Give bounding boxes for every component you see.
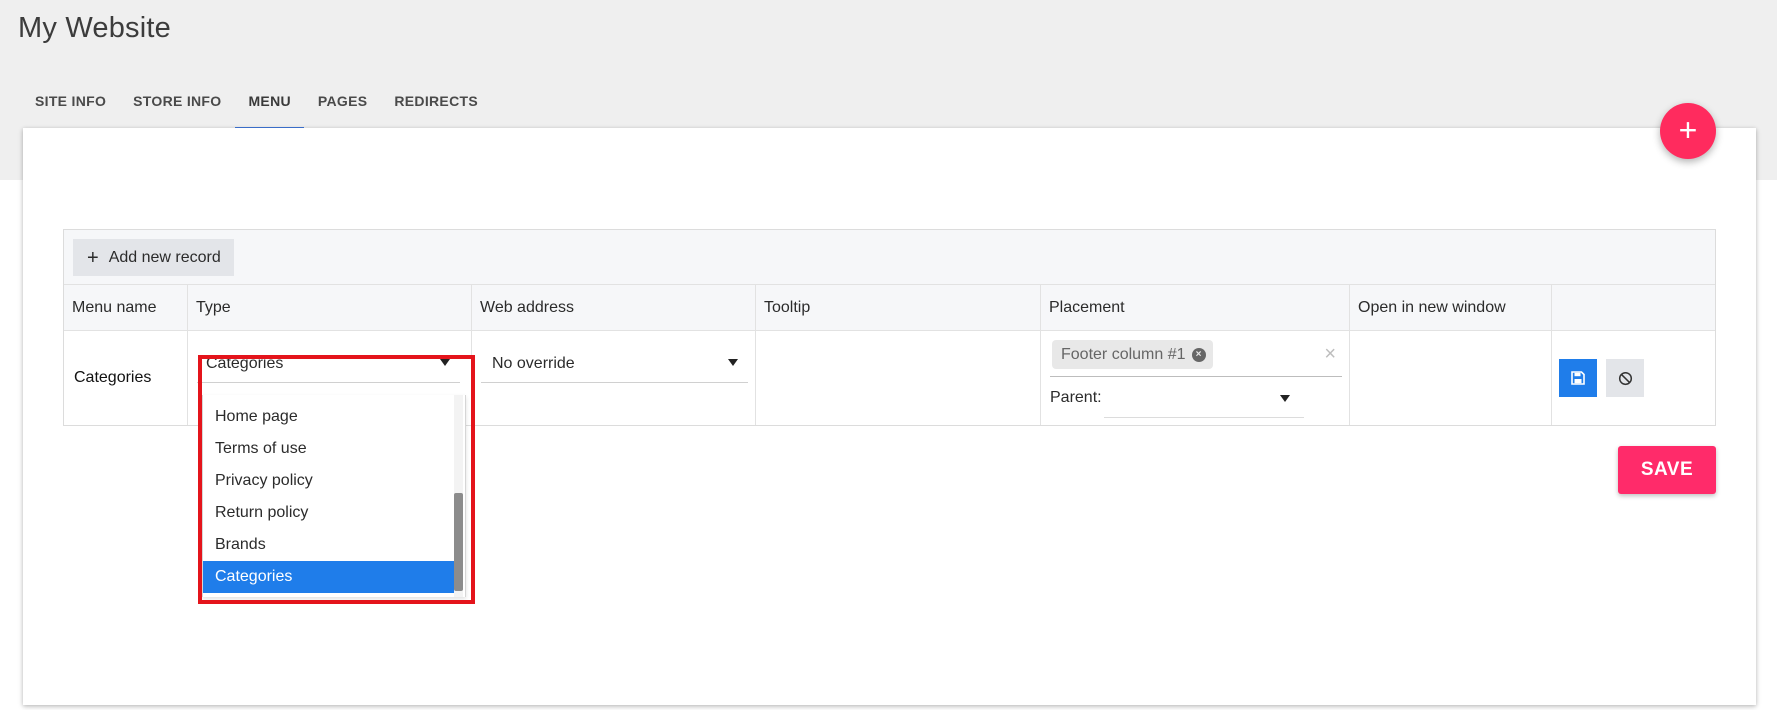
column-header-placement[interactable]: Placement (1041, 285, 1350, 331)
cell-web-address: No override (472, 331, 756, 425)
dropdown-option-privacy-policy[interactable]: Privacy policy (203, 465, 455, 497)
row-save-button[interactable] (1559, 359, 1597, 397)
cancel-circle-icon (1618, 371, 1632, 385)
cell-open-in-new-window[interactable] (1350, 331, 1552, 425)
cell-actions (1552, 331, 1715, 425)
add-new-record-label: Add new record (108, 248, 221, 266)
column-header-open-in-new-window[interactable]: Open in new window (1350, 285, 1552, 331)
type-select[interactable]: Categories (197, 345, 460, 383)
cell-placement: Footer column #1 × × Parent: (1041, 331, 1350, 425)
column-header-actions (1552, 285, 1715, 331)
caret-down-icon (728, 359, 738, 366)
cell-menu-name: Categories (64, 331, 188, 425)
column-header-web-address[interactable]: Web address (472, 285, 756, 331)
site-title: My Website (18, 12, 171, 44)
web-address-select[interactable]: No override (481, 345, 748, 383)
floppy-disk-icon (1571, 371, 1585, 385)
type-dropdown-list: Home page Terms of use Privacy policy Re… (202, 395, 466, 597)
dropdown-option-brands[interactable]: Brands (203, 529, 455, 561)
tab-store-info[interactable]: STORE INFO (120, 72, 234, 130)
dropdown-option-return-policy[interactable]: Return policy (203, 497, 455, 529)
placement-chip: Footer column #1 × (1052, 340, 1213, 369)
dropdown-scrollbar-thumb[interactable] (454, 493, 463, 591)
column-header-menu-name[interactable]: Menu name (64, 285, 188, 331)
parent-label: Parent: (1050, 389, 1102, 406)
tab-menu[interactable]: MENU (235, 72, 305, 130)
grid-header: Menu name Type Web address Tooltip Place… (64, 285, 1715, 331)
parent-select[interactable] (1104, 381, 1304, 418)
tab-bar: SITE INFO STORE INFO MENU PAGES REDIRECT… (22, 72, 492, 130)
type-select-value: Categories (206, 354, 284, 372)
tab-redirects[interactable]: REDIRECTS (381, 72, 491, 130)
clear-icon[interactable]: × (1324, 344, 1336, 364)
add-new-record-button[interactable]: + Add new record (73, 239, 234, 276)
plus-icon: + (87, 246, 99, 269)
cell-tooltip[interactable] (756, 331, 1041, 425)
caret-down-icon (440, 359, 450, 366)
caret-down-icon (1280, 395, 1290, 402)
tab-site-info[interactable]: SITE INFO (22, 72, 119, 130)
add-fab-button[interactable]: + (1660, 103, 1716, 159)
placement-chip-label: Footer column #1 (1061, 345, 1186, 363)
plus-icon: + (1678, 111, 1698, 148)
column-header-type[interactable]: Type (188, 285, 472, 331)
dropdown-option-categories[interactable]: Categories (203, 561, 455, 593)
column-header-tooltip[interactable]: Tooltip (756, 285, 1041, 331)
web-address-select-value: No override (492, 354, 575, 372)
save-button[interactable]: SAVE (1618, 446, 1716, 494)
tab-pages[interactable]: PAGES (305, 72, 380, 130)
grid-toolbar: + Add new record (64, 230, 1715, 285)
row-cancel-button[interactable] (1606, 359, 1644, 397)
dropdown-option-home-page[interactable]: Home page (203, 401, 455, 433)
chip-remove-icon[interactable]: × (1191, 347, 1206, 362)
placement-multiselect[interactable]: Footer column #1 × × (1050, 336, 1342, 377)
dropdown-option-terms-of-use[interactable]: Terms of use (203, 433, 455, 465)
